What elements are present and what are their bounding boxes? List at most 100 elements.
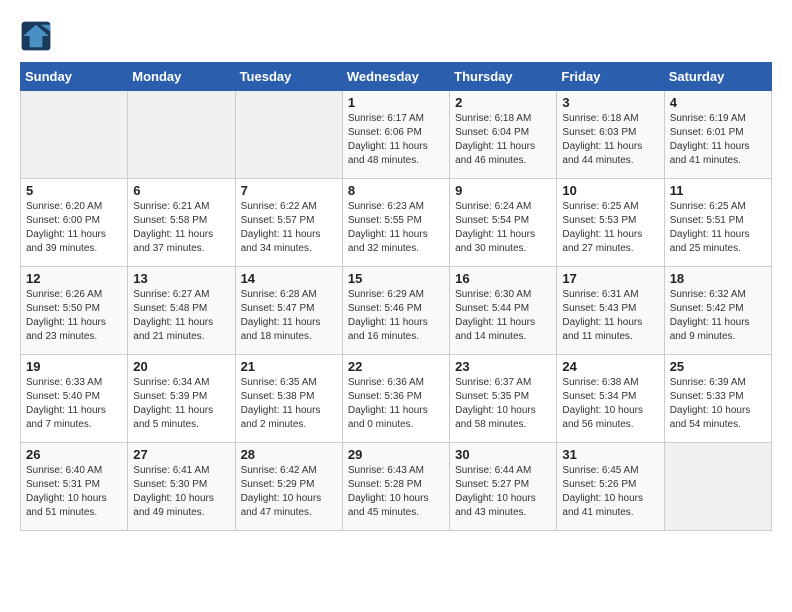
day-number: 29 — [348, 447, 444, 462]
calendar-cell: 11 Sunrise: 6:25 AM Sunset: 5:51 PM Dayli… — [664, 179, 771, 267]
calendar-cell: 6 Sunrise: 6:21 AM Sunset: 5:58 PM Daylig… — [128, 179, 235, 267]
logo — [20, 20, 56, 52]
day-number: 5 — [26, 183, 122, 198]
day-info: Sunrise: 6:41 AM Sunset: 5:30 PM Dayligh… — [133, 464, 229, 520]
day-number: 16 — [455, 271, 551, 286]
day-number: 6 — [133, 183, 229, 198]
day-number: 10 — [562, 183, 658, 198]
day-number: 24 — [562, 359, 658, 374]
weekday-header-row: SundayMondayTuesdayWednesdayThursdayFrid… — [21, 63, 772, 91]
day-info: Sunrise: 6:32 AM Sunset: 5:42 PM Dayligh… — [670, 288, 766, 344]
day-info: Sunrise: 6:39 AM Sunset: 5:33 PM Dayligh… — [670, 376, 766, 432]
weekday-header: Monday — [128, 63, 235, 91]
day-number: 23 — [455, 359, 551, 374]
day-number: 28 — [241, 447, 337, 462]
calendar-cell: 7 Sunrise: 6:22 AM Sunset: 5:57 PM Daylig… — [235, 179, 342, 267]
calendar-cell: 19Sunrise: 6:33 AM Sunset: 5:40 PM Dayli… — [21, 355, 128, 443]
day-info: Sunrise: 6:35 AM Sunset: 5:38 PM Dayligh… — [241, 376, 337, 432]
calendar-week-row: 1 Sunrise: 6:17 AM Sunset: 6:06 PM Daylig… — [21, 91, 772, 179]
day-info: Sunrise: 6:40 AM Sunset: 5:31 PM Dayligh… — [26, 464, 122, 520]
day-number: 14 — [241, 271, 337, 286]
day-info: Sunrise: 6:37 AM Sunset: 5:35 PM Dayligh… — [455, 376, 551, 432]
day-number: 20 — [133, 359, 229, 374]
calendar-table: SundayMondayTuesdayWednesdayThursdayFrid… — [20, 62, 772, 531]
day-info: Sunrise: 6:22 AM Sunset: 5:57 PM Dayligh… — [241, 200, 337, 256]
calendar-week-row: 19Sunrise: 6:33 AM Sunset: 5:40 PM Dayli… — [21, 355, 772, 443]
weekday-header: Wednesday — [342, 63, 449, 91]
calendar-cell: 15 Sunrise: 6:29 AM Sunset: 5:46 PM Dayli… — [342, 267, 449, 355]
day-number: 17 — [562, 271, 658, 286]
calendar-cell: 1 Sunrise: 6:17 AM Sunset: 6:06 PM Daylig… — [342, 91, 449, 179]
day-info: Sunrise: 6:26 AM Sunset: 5:50 PM Dayligh… — [26, 288, 122, 344]
calendar-cell: 26Sunrise: 6:40 AM Sunset: 5:31 PM Dayli… — [21, 443, 128, 531]
weekday-header: Tuesday — [235, 63, 342, 91]
day-info: Sunrise: 6:18 AM Sunset: 6:03 PM Dayligh… — [562, 112, 658, 168]
day-info: Sunrise: 6:17 AM Sunset: 6:06 PM Dayligh… — [348, 112, 444, 168]
day-info: Sunrise: 6:43 AM Sunset: 5:28 PM Dayligh… — [348, 464, 444, 520]
day-info: Sunrise: 6:28 AM Sunset: 5:47 PM Dayligh… — [241, 288, 337, 344]
day-number: 12 — [26, 271, 122, 286]
day-number: 19 — [26, 359, 122, 374]
day-number: 15 — [348, 271, 444, 286]
day-number: 27 — [133, 447, 229, 462]
calendar-cell: 20 Sunrise: 6:34 AM Sunset: 5:39 PM Dayli… — [128, 355, 235, 443]
day-number: 1 — [348, 95, 444, 110]
calendar-cell: 28 Sunrise: 6:42 AM Sunset: 5:29 PM Dayli… — [235, 443, 342, 531]
day-info: Sunrise: 6:45 AM Sunset: 5:26 PM Dayligh… — [562, 464, 658, 520]
day-info: Sunrise: 6:34 AM Sunset: 5:39 PM Dayligh… — [133, 376, 229, 432]
day-info: Sunrise: 6:21 AM Sunset: 5:58 PM Dayligh… — [133, 200, 229, 256]
day-number: 18 — [670, 271, 766, 286]
calendar-cell — [21, 91, 128, 179]
day-number: 7 — [241, 183, 337, 198]
day-info: Sunrise: 6:25 AM Sunset: 5:51 PM Dayligh… — [670, 200, 766, 256]
calendar-cell: 17 Sunrise: 6:31 AM Sunset: 5:43 PM Dayli… — [557, 267, 664, 355]
day-info: Sunrise: 6:36 AM Sunset: 5:36 PM Dayligh… — [348, 376, 444, 432]
day-info: Sunrise: 6:19 AM Sunset: 6:01 PM Dayligh… — [670, 112, 766, 168]
calendar-cell: 4 Sunrise: 6:19 AM Sunset: 6:01 PM Daylig… — [664, 91, 771, 179]
calendar-cell: 27 Sunrise: 6:41 AM Sunset: 5:30 PM Dayli… — [128, 443, 235, 531]
day-info: Sunrise: 6:20 AM Sunset: 6:00 PM Dayligh… — [26, 200, 122, 256]
day-number: 4 — [670, 95, 766, 110]
day-number: 3 — [562, 95, 658, 110]
calendar-cell: 22 Sunrise: 6:36 AM Sunset: 5:36 PM Dayli… — [342, 355, 449, 443]
calendar-week-row: 12 Sunrise: 6:26 AM Sunset: 5:50 PM Dayli… — [21, 267, 772, 355]
day-info: Sunrise: 6:42 AM Sunset: 5:29 PM Dayligh… — [241, 464, 337, 520]
logo-icon — [20, 20, 52, 52]
day-number: 2 — [455, 95, 551, 110]
calendar-cell: 30 Sunrise: 6:44 AM Sunset: 5:27 PM Dayli… — [450, 443, 557, 531]
day-info: Sunrise: 6:25 AM Sunset: 5:53 PM Dayligh… — [562, 200, 658, 256]
calendar-cell: 10 Sunrise: 6:25 AM Sunset: 5:53 PM Dayli… — [557, 179, 664, 267]
day-info: Sunrise: 6:18 AM Sunset: 6:04 PM Dayligh… — [455, 112, 551, 168]
calendar-cell: 8 Sunrise: 6:23 AM Sunset: 5:55 PM Daylig… — [342, 179, 449, 267]
calendar-cell: 5 Sunrise: 6:20 AM Sunset: 6:00 PM Daylig… — [21, 179, 128, 267]
day-number: 30 — [455, 447, 551, 462]
calendar-week-row: 5 Sunrise: 6:20 AM Sunset: 6:00 PM Daylig… — [21, 179, 772, 267]
day-info: Sunrise: 6:44 AM Sunset: 5:27 PM Dayligh… — [455, 464, 551, 520]
day-number: 11 — [670, 183, 766, 198]
day-number: 13 — [133, 271, 229, 286]
calendar-cell — [235, 91, 342, 179]
day-number: 9 — [455, 183, 551, 198]
weekday-header: Friday — [557, 63, 664, 91]
day-info: Sunrise: 6:31 AM Sunset: 5:43 PM Dayligh… — [562, 288, 658, 344]
day-number: 25 — [670, 359, 766, 374]
header — [20, 20, 772, 52]
weekday-header: Thursday — [450, 63, 557, 91]
calendar-cell: 13Sunrise: 6:27 AM Sunset: 5:48 PM Dayli… — [128, 267, 235, 355]
day-number: 8 — [348, 183, 444, 198]
day-number: 22 — [348, 359, 444, 374]
calendar-cell: 21 Sunrise: 6:35 AM Sunset: 5:38 PM Dayli… — [235, 355, 342, 443]
calendar-cell: 9 Sunrise: 6:24 AM Sunset: 5:54 PM Daylig… — [450, 179, 557, 267]
day-info: Sunrise: 6:24 AM Sunset: 5:54 PM Dayligh… — [455, 200, 551, 256]
day-info: Sunrise: 6:29 AM Sunset: 5:46 PM Dayligh… — [348, 288, 444, 344]
calendar-cell: 3 Sunrise: 6:18 AM Sunset: 6:03 PM Daylig… — [557, 91, 664, 179]
calendar-cell: 12 Sunrise: 6:26 AM Sunset: 5:50 PM Dayli… — [21, 267, 128, 355]
day-info: Sunrise: 6:23 AM Sunset: 5:55 PM Dayligh… — [348, 200, 444, 256]
calendar-week-row: 26Sunrise: 6:40 AM Sunset: 5:31 PM Dayli… — [21, 443, 772, 531]
weekday-header: Saturday — [664, 63, 771, 91]
calendar-cell: 31Sunrise: 6:45 AM Sunset: 5:26 PM Dayli… — [557, 443, 664, 531]
calendar-cell: 18 Sunrise: 6:32 AM Sunset: 5:42 PM Dayli… — [664, 267, 771, 355]
weekday-header: Sunday — [21, 63, 128, 91]
day-number: 21 — [241, 359, 337, 374]
calendar-cell: 25 Sunrise: 6:39 AM Sunset: 5:33 PM Dayli… — [664, 355, 771, 443]
